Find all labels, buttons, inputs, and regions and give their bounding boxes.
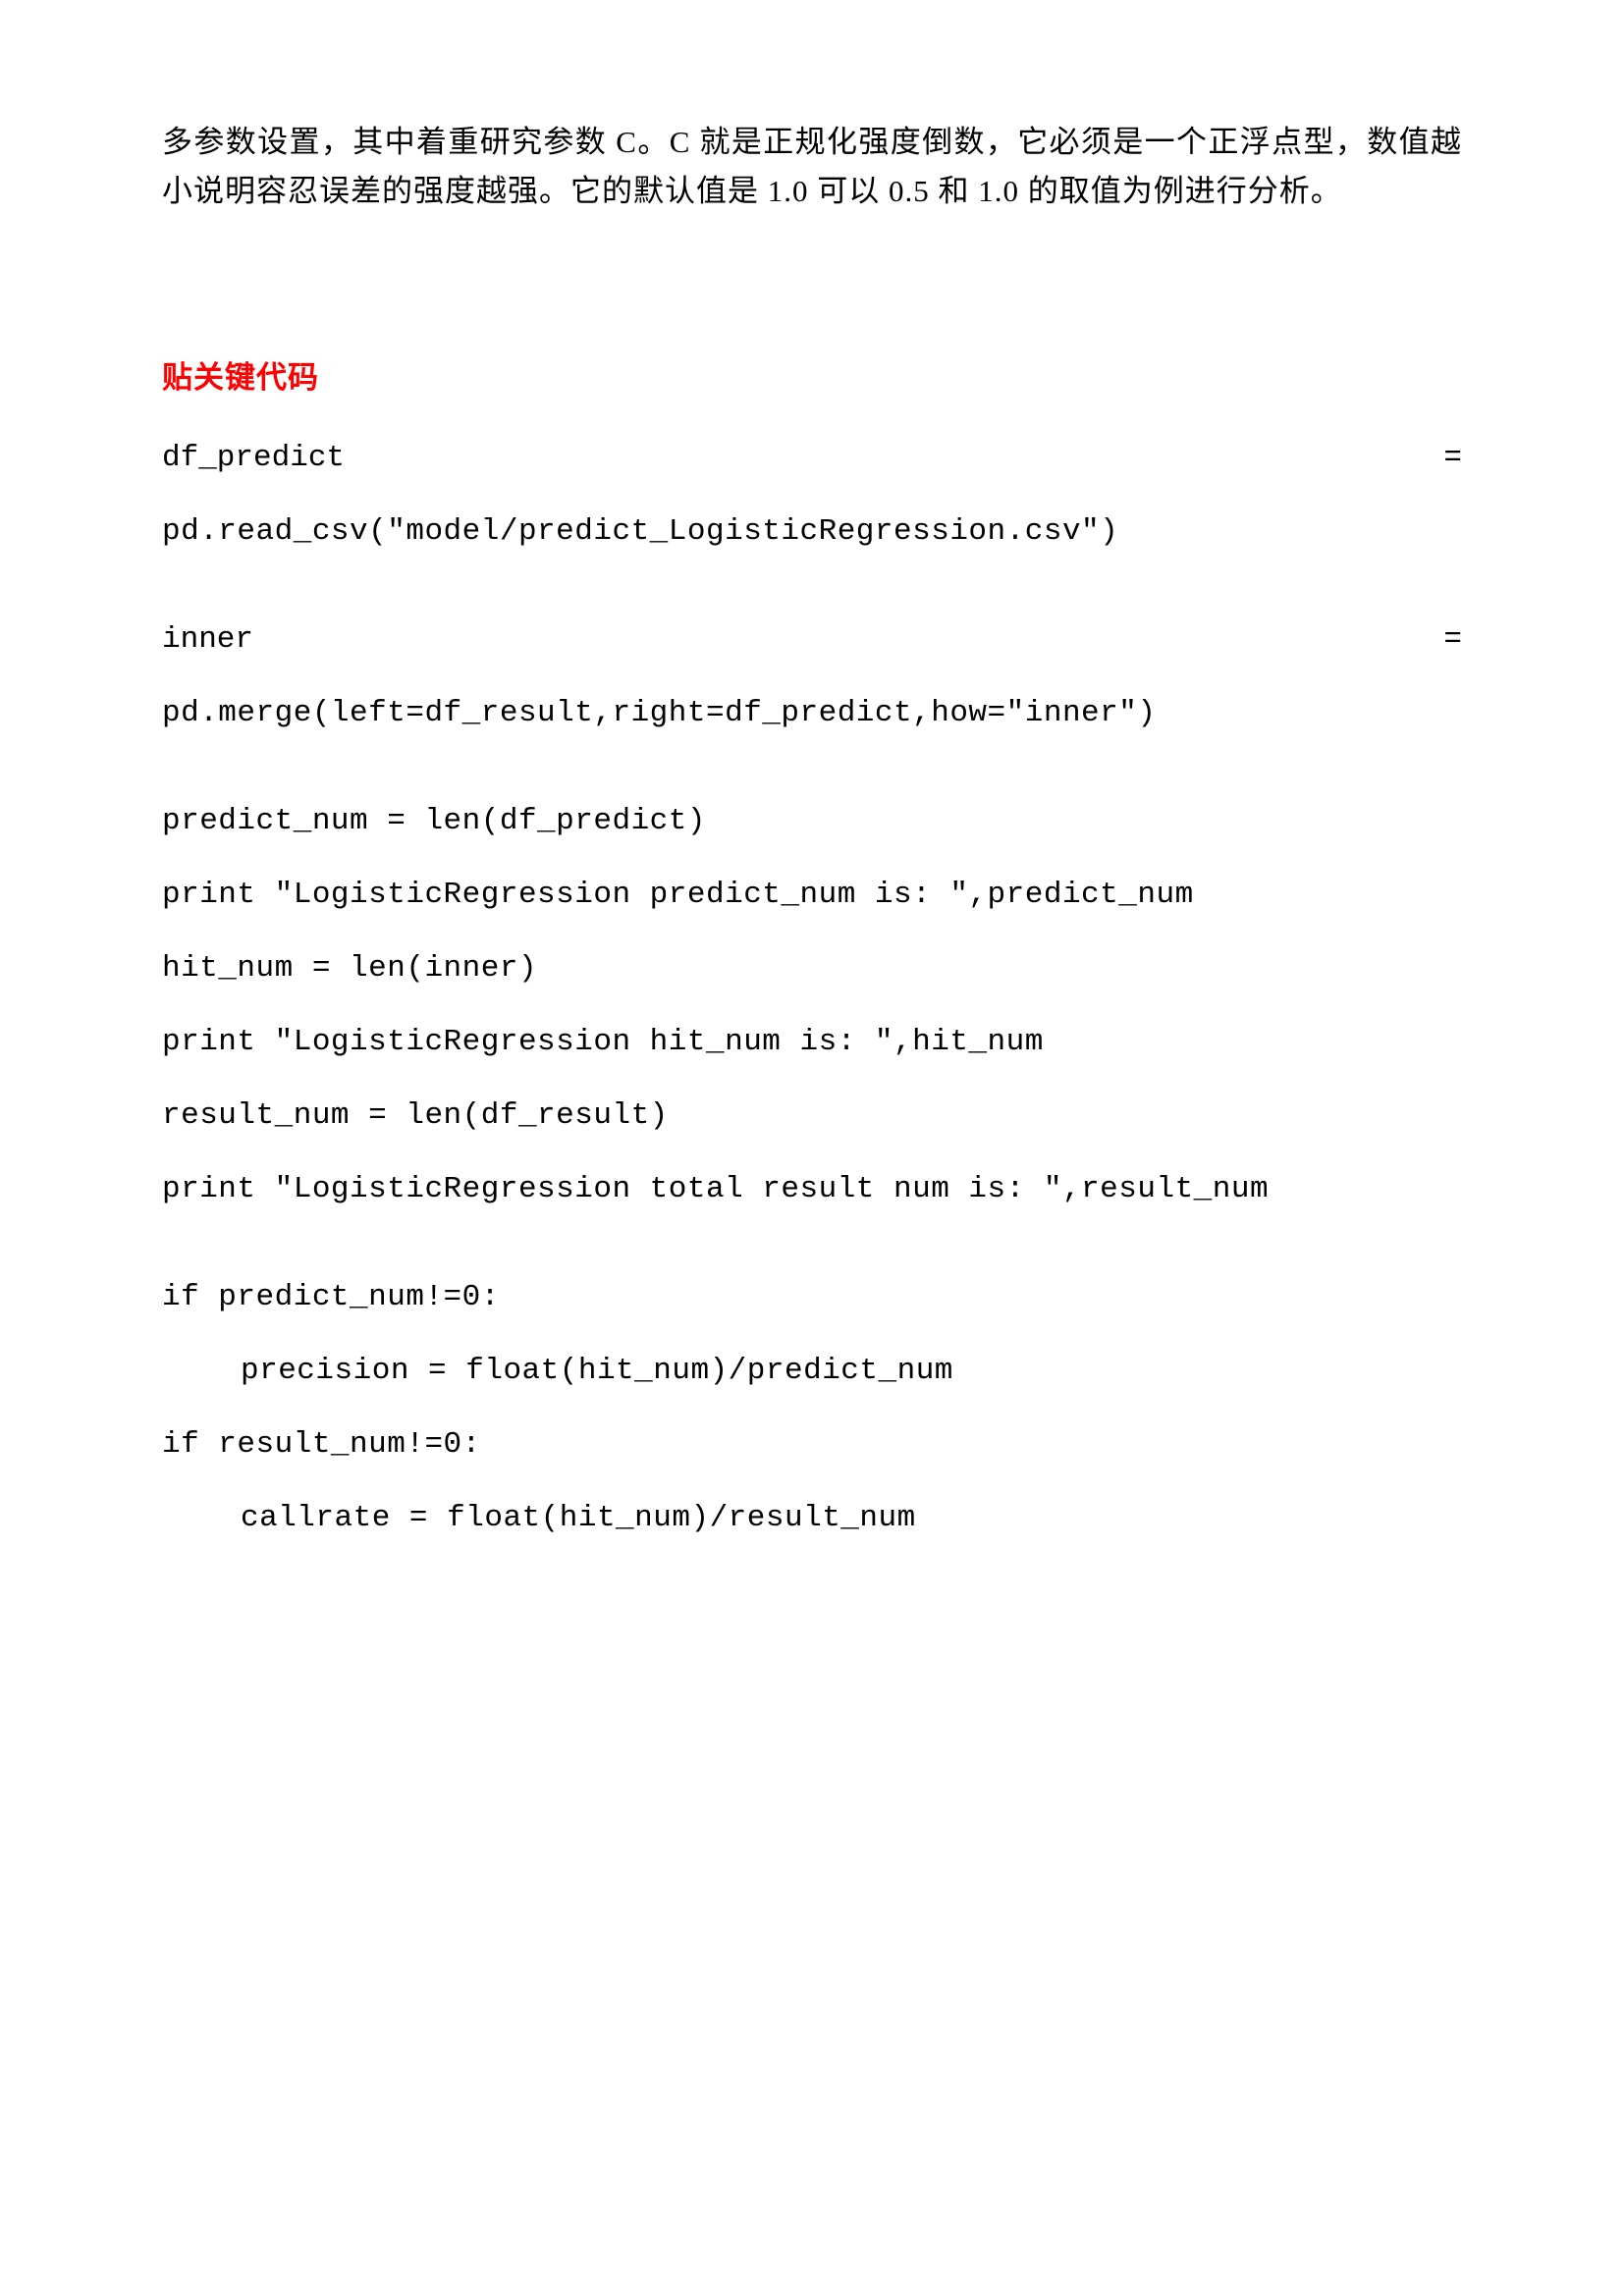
code-line: inner = [162, 622, 1462, 657]
code-token-right: = [1443, 441, 1462, 475]
code-line: print "LogisticRegression total result n… [162, 1172, 1462, 1206]
code-line: print "LogisticRegression predict_num is… [162, 878, 1462, 912]
code-line: hit_num = len(inner) [162, 951, 1462, 986]
section-heading: 贴关键代码 [162, 352, 1462, 397]
code-token-left: inner [162, 622, 253, 657]
code-line: result_num = len(df_result) [162, 1098, 1462, 1133]
code-line: pd.merge(left=df_result,right=df_predict… [162, 696, 1462, 730]
code-line: pd.read_csv("model/predict_LogisticRegre… [162, 514, 1462, 549]
code-line: predict_num = len(df_predict) [162, 804, 1462, 838]
code-line-indented: precision = float(hit_num)/predict_num [162, 1354, 1462, 1388]
code-line: if result_num!=0: [162, 1427, 1462, 1462]
code-statement-1: df_predict = pd.read_csv("model/predict_… [162, 441, 1462, 549]
code-block-prints: predict_num = len(df_predict) print "Log… [162, 804, 1462, 1206]
document-page: 多参数设置，其中着重研究参数 C。C 就是正规化强度倒数，它必须是一个正浮点型，… [0, 0, 1624, 1727]
code-line: print "LogisticRegression hit_num is: ",… [162, 1025, 1462, 1059]
code-token-right: = [1443, 622, 1462, 657]
intro-paragraph: 多参数设置，其中着重研究参数 C。C 就是正规化强度倒数，它必须是一个正浮点型，… [162, 118, 1462, 215]
code-block-conditions: if predict_num!=0: precision = float(hit… [162, 1280, 1462, 1535]
code-line: df_predict = [162, 441, 1462, 475]
code-token-left: df_predict [162, 441, 345, 475]
code-line-indented: callrate = float(hit_num)/result_num [162, 1501, 1462, 1535]
code-statement-2: inner = pd.merge(left=df_result,right=df… [162, 622, 1462, 730]
code-line: if predict_num!=0: [162, 1280, 1462, 1314]
